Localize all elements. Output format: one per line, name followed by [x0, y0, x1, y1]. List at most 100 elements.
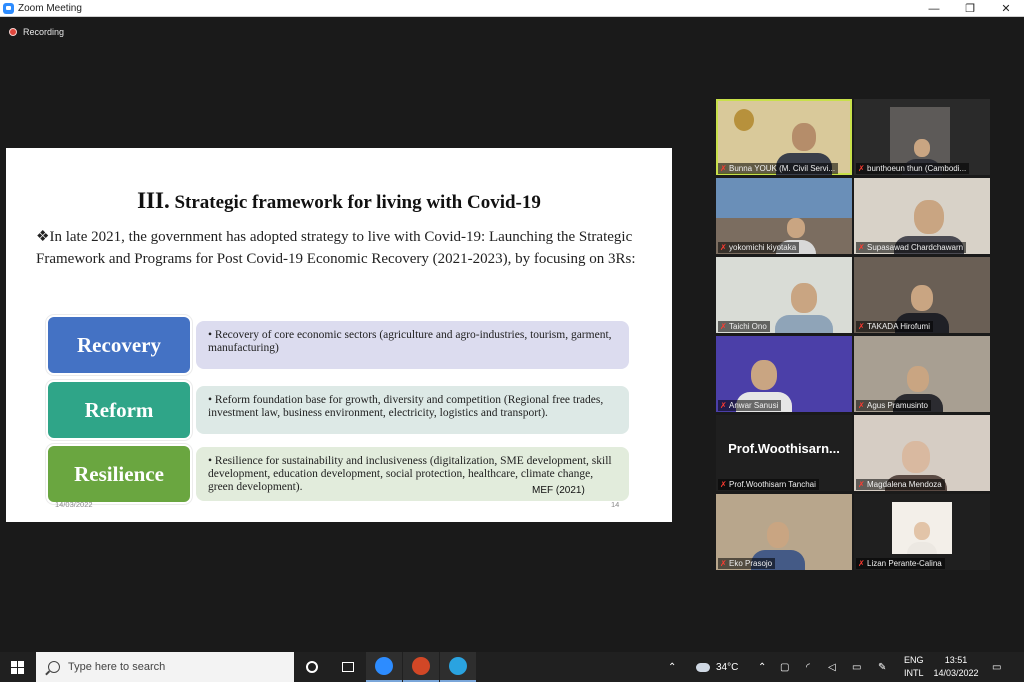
minimize-button[interactable]: —: [918, 0, 950, 17]
cortana-button[interactable]: [294, 652, 330, 682]
participant-tile[interactable]: ✗ Agus Pramusinto: [854, 336, 990, 412]
task-view-icon: [342, 662, 354, 672]
strategy-row-recovery: Recovery • Recovery of core economic sec…: [46, 315, 631, 375]
wifi-icon: ◜: [806, 661, 810, 673]
participant-tile[interactable]: Prof.Woothisarn... ✗ Prof.Woothisarn Tanc…: [716, 415, 852, 491]
clock-date: 14/03/2022: [933, 668, 979, 678]
close-button[interactable]: ✕: [990, 0, 1022, 17]
participant-name: ✗ Taichi Ono: [718, 321, 770, 332]
participant-tile[interactable]: ✗ Lizan Perante-Calina: [854, 494, 990, 570]
strategy-row-reform: Reform • Reform foundation base for grow…: [46, 380, 631, 440]
participant-tile[interactable]: ✗ Bunna YOUK (M. Civil Servi...: [716, 99, 852, 175]
strategy-label: Recovery: [46, 315, 192, 375]
participant-tile[interactable]: ✗ TAKADA Hirofumi: [854, 257, 990, 333]
participant-name: ✗ yokomichi kiyotaka: [718, 242, 800, 253]
windows-logo-icon: [10, 660, 24, 674]
chevron-up-icon: ⌃: [668, 661, 677, 673]
participant-name: ✗ Lizan Perante-Calina: [856, 558, 945, 569]
strategy-description: • Recovery of core economic sectors (agr…: [196, 321, 629, 369]
language-code: ENG: [904, 655, 924, 665]
notification-icon: ▭: [992, 661, 1002, 673]
mic-muted-icon: ✗: [720, 558, 727, 568]
tray-chevron-button[interactable]: ⌃: [758, 652, 766, 682]
mic-muted-icon: ✗: [720, 400, 727, 410]
pen-icon: ✎: [878, 661, 887, 673]
zoom-app-icon: [3, 2, 14, 14]
participant-tile[interactable]: ✗ yokomichi kiyotaka: [716, 178, 852, 254]
participant-name: ✗ Magdalena Mendoza: [856, 479, 945, 490]
taskbar-app-telegram[interactable]: [440, 652, 476, 682]
tray-pen-icon[interactable]: ✎: [878, 652, 886, 682]
emblem-logo: [734, 109, 754, 131]
input-language-indicator[interactable]: ENG INTL: [904, 654, 924, 680]
mic-muted-icon: ✗: [720, 242, 727, 252]
cortana-circle-icon: [306, 661, 318, 673]
slide-intro-text: In late 2021, the government has adopted…: [36, 229, 636, 267]
mic-muted-icon: ✗: [858, 479, 865, 489]
weather-widget[interactable]: 34°C: [696, 652, 738, 682]
search-placeholder: Type here to search: [68, 661, 166, 673]
battery-icon: ▭: [852, 661, 862, 673]
tray-battery-icon[interactable]: ▭: [852, 652, 861, 682]
participant-tile[interactable]: ✗ Anwar Sanusi: [716, 336, 852, 412]
participant-tile[interactable]: ✗ bunthoeun thun (Cambodi...: [854, 99, 990, 175]
participant-name: ✗ Prof.Woothisarn Tanchai: [718, 479, 819, 490]
restore-button[interactable]: ❐: [954, 0, 986, 17]
telegram-icon: [449, 657, 467, 675]
zoom-icon: [375, 657, 393, 675]
tray-meet-now-icon[interactable]: ▢: [780, 652, 789, 682]
tray-network-icon[interactable]: ◜: [806, 652, 810, 682]
cloud-icon: [696, 662, 710, 672]
participant-tile[interactable]: ✗ Taichi Ono: [716, 257, 852, 333]
slide-intro-bullet: ❖In late 2021, the government has adopte…: [36, 226, 648, 270]
shared-slide: III. Strategic framework for living with…: [6, 148, 672, 522]
strategy-label: Resilience: [46, 444, 192, 504]
mic-muted-icon: ✗: [720, 479, 727, 489]
slide-source: MEF (2021): [532, 485, 585, 496]
slide-date: 14/03/2022: [55, 500, 93, 509]
record-icon: [9, 28, 17, 36]
participant-tile[interactable]: ✗ Supasawad Chardchawarn: [854, 178, 990, 254]
mic-muted-icon: ✗: [720, 321, 727, 331]
slide-page-number: 14: [611, 500, 620, 509]
start-button[interactable]: [0, 652, 34, 682]
show-hidden-icons-button[interactable]: ⌃: [668, 652, 676, 682]
chevron-up-icon: ⌃: [758, 661, 767, 673]
recording-label: Recording: [23, 27, 65, 37]
mic-muted-icon: ✗: [858, 242, 865, 252]
search-icon: [48, 661, 60, 673]
diamond-bullet-icon: ❖: [36, 229, 50, 245]
participant-figure: [907, 522, 937, 554]
recording-indicator[interactable]: Recording: [9, 27, 64, 37]
taskbar-search-box[interactable]: Type here to search: [36, 652, 294, 682]
taskbar-app-powerpoint[interactable]: [403, 652, 439, 682]
participant-name: ✗ bunthoeun thun (Cambodi...: [856, 163, 970, 174]
taskbar-app-zoom[interactable]: [366, 652, 402, 682]
strategy-description: • Reform foundation base for growth, div…: [196, 386, 629, 434]
slide-title-number: III.: [137, 188, 170, 213]
mic-muted-icon: ✗: [858, 400, 865, 410]
participant-name: ✗ Supasawad Chardchawarn: [856, 242, 967, 253]
speaker-icon: ◁: [828, 661, 836, 673]
mic-muted-icon: ✗: [858, 321, 865, 331]
taskbar-clock[interactable]: 13:51 14/03/2022: [928, 654, 984, 680]
strategy-label: Reform: [46, 380, 192, 440]
participant-name: ✗ Eko Prasojo: [718, 558, 776, 569]
camera-icon: ▢: [780, 661, 790, 673]
tray-volume-icon[interactable]: ◁: [828, 652, 836, 682]
windows-taskbar: Type here to search ⌃ 34°C ⌃ ▢ ◜ ◁ ▭ ✎ E…: [0, 652, 1024, 682]
mic-muted-icon: ✗: [720, 163, 727, 173]
task-view-button[interactable]: [330, 652, 366, 682]
participant-name: ✗ Bunna YOUK (M. Civil Servi...: [718, 163, 839, 174]
slide-title-text: Strategic framework for living with Covi…: [174, 192, 541, 213]
window-title: Zoom Meeting: [18, 2, 82, 14]
participant-name: ✗ Anwar Sanusi: [718, 400, 782, 411]
participant-tile[interactable]: ✗ Eko Prasojo: [716, 494, 852, 570]
mic-muted-icon: ✗: [858, 163, 865, 173]
notifications-button[interactable]: ▭: [992, 652, 1001, 682]
participant-name: ✗ TAKADA Hirofumi: [856, 321, 933, 332]
participant-tile[interactable]: ✗ Magdalena Mendoza: [854, 415, 990, 491]
participant-initials-label: Prof.Woothisarn...: [728, 441, 840, 456]
slide-title: III. Strategic framework for living with…: [6, 188, 672, 214]
clock-time: 13:51: [944, 655, 968, 665]
